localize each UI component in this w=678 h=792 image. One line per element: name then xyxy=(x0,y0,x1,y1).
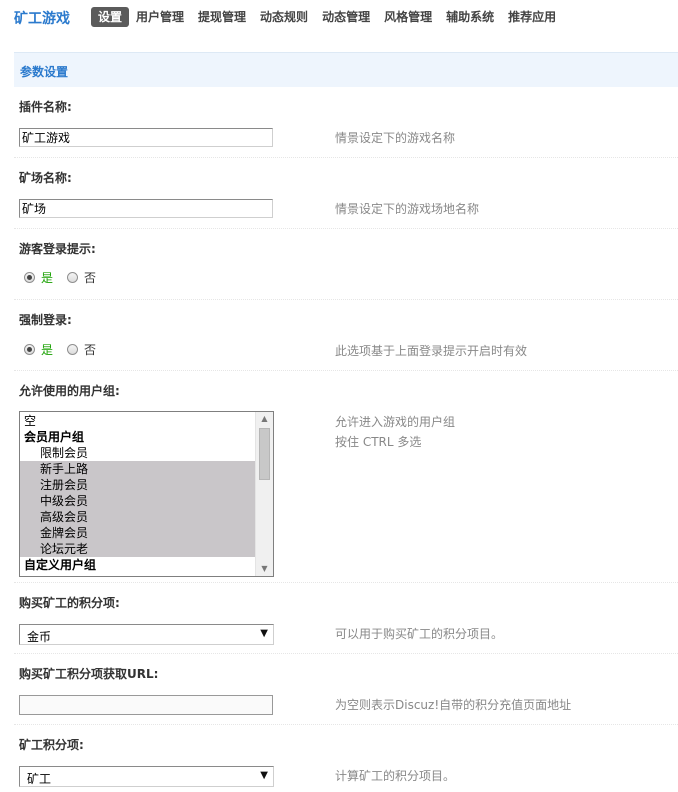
listbox-scrollbar[interactable]: ▲ ▼ xyxy=(255,412,273,576)
miner-credit-tip: 计算矿工的积分项目。 xyxy=(335,769,456,783)
guest-login-tip-label: 游客登录提示: xyxy=(19,242,96,256)
nav-user-management[interactable]: 用户管理 xyxy=(129,7,191,27)
nav-withdraw-management[interactable]: 提现管理 xyxy=(191,7,253,27)
row-divider xyxy=(14,157,678,158)
row-divider xyxy=(14,370,678,371)
plugin-name-label: 插件名称: xyxy=(19,100,72,114)
group-option-custom-group-header: 自定义用户组 xyxy=(24,558,97,572)
row-divider xyxy=(14,299,678,300)
guest-login-tip-yes-label[interactable]: 是 xyxy=(41,269,53,286)
nav-dynamic-management[interactable]: 动态管理 xyxy=(315,7,377,27)
buy-credit-select[interactable]: 金币 ▼ xyxy=(19,624,274,645)
mine-name-input[interactable] xyxy=(19,199,273,218)
guest-login-tip-yes-radio[interactable] xyxy=(24,272,35,283)
scroll-thumb[interactable] xyxy=(259,428,270,480)
plugin-name-tip: 情景设定下的游戏名称 xyxy=(335,131,456,145)
guest-login-tip-no-radio[interactable] xyxy=(67,272,79,283)
group-option-newbie[interactable]: 新手上路 xyxy=(20,461,256,477)
brand-title[interactable]: 矿工游戏 xyxy=(14,8,70,28)
guest-login-tip-radio-group: 是 否 xyxy=(24,269,110,286)
group-option-empty[interactable]: 空 xyxy=(20,413,256,429)
group-option-member-group-header: 会员用户组 xyxy=(24,430,85,444)
plugin-name-input[interactable] xyxy=(19,128,273,147)
group-option-gold[interactable]: 金牌会员 xyxy=(20,525,256,541)
nav-recommended-apps[interactable]: 推荐应用 xyxy=(501,7,563,27)
top-nav: 矿工游戏 设置 用户管理 提现管理 动态规则 动态管理 风格管理 辅助系统 推荐… xyxy=(0,0,678,36)
group-option-intermediate[interactable]: 中级会员 xyxy=(20,493,256,509)
row-divider xyxy=(14,582,678,583)
section-header: 参数设置 xyxy=(14,52,678,87)
group-option-registered[interactable]: 注册会员 xyxy=(20,477,256,493)
nav-settings[interactable]: 设置 xyxy=(91,7,130,27)
allowed-groups-label: 允许使用的用户组: xyxy=(19,384,120,398)
section-title: 参数设置 xyxy=(20,65,69,79)
chevron-down-icon: ▼ xyxy=(260,770,268,781)
row-divider xyxy=(14,228,678,229)
buy-credit-tip: 可以用于购买矿工的积分项目。 xyxy=(335,627,504,641)
group-option-senior[interactable]: 高级会员 xyxy=(20,509,256,525)
force-login-label: 强制登录: xyxy=(19,313,72,327)
buy-credit-url-input[interactable] xyxy=(19,695,273,715)
group-option-veteran[interactable]: 论坛元老 xyxy=(20,541,256,557)
nav-dynamic-rules[interactable]: 动态规则 xyxy=(253,7,315,27)
group-option-restricted[interactable]: 限制会员 xyxy=(20,445,256,461)
force-login-no-label[interactable]: 否 xyxy=(84,341,96,358)
force-login-yes-label[interactable]: 是 xyxy=(41,341,53,358)
miner-credit-selected-value: 矿工 xyxy=(27,772,52,786)
row-divider xyxy=(14,724,678,725)
allowed-groups-listbox[interactable]: 空 会员用户组 限制会员 新手上路 注册会员 中级会员 高级会员 金牌会员 论坛… xyxy=(19,411,274,577)
buy-credit-selected-value: 金币 xyxy=(27,630,52,644)
nav-auxiliary-system[interactable]: 辅助系统 xyxy=(439,7,501,27)
row-divider xyxy=(14,653,678,654)
buy-credit-url-tip: 为空则表示Discuz!自带的积分充值页面地址 xyxy=(335,698,572,712)
allowed-groups-options: 空 会员用户组 限制会员 新手上路 注册会员 中级会员 高级会员 金牌会员 论坛… xyxy=(20,413,256,573)
nav-style-management[interactable]: 风格管理 xyxy=(377,7,439,27)
chevron-down-icon: ▼ xyxy=(260,628,268,639)
buy-credit-url-label: 购买矿工积分项获取URL: xyxy=(19,667,159,681)
force-login-no-radio[interactable] xyxy=(67,344,79,355)
miner-credit-label: 矿工积分项: xyxy=(19,738,84,752)
force-login-yes-radio[interactable] xyxy=(24,344,35,355)
mine-name-label: 矿场名称: xyxy=(19,171,72,185)
force-login-tip: 此选项基于上面登录提示开启时有效 xyxy=(335,344,528,358)
mine-name-tip: 情景设定下的游戏场地名称 xyxy=(335,202,480,216)
nav-menu: 设置 用户管理 提现管理 动态规则 动态管理 风格管理 辅助系统 推荐应用 xyxy=(91,7,563,27)
allowed-groups-tip: 允许进入游戏的用户组 xyxy=(335,415,456,429)
scroll-down-icon[interactable]: ▼ xyxy=(256,562,273,576)
buy-credit-label: 购买矿工的积分项: xyxy=(19,596,120,610)
miner-credit-select[interactable]: 矿工 ▼ xyxy=(19,766,274,787)
guest-login-tip-no-label[interactable]: 否 xyxy=(84,269,96,286)
scroll-up-icon[interactable]: ▲ xyxy=(256,412,273,426)
force-login-radio-group: 是 否 xyxy=(24,341,110,358)
allowed-groups-multiselect-tip: 按住 CTRL 多选 xyxy=(335,435,422,449)
